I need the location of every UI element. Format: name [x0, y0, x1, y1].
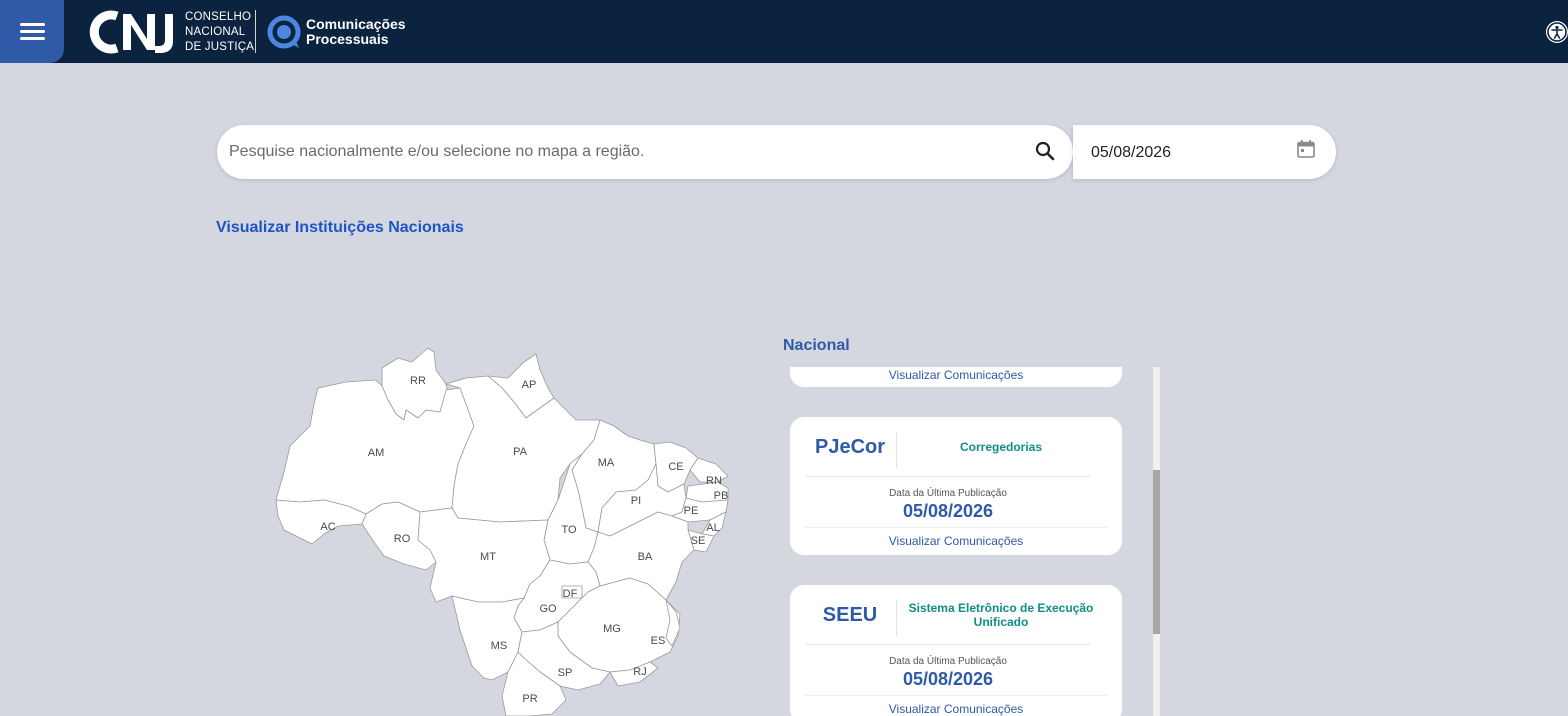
- state-label-pb: PB: [714, 490, 729, 502]
- product-name-line: Processuais: [306, 31, 389, 47]
- system-name: PJeCor: [814, 435, 886, 458]
- state-label-ap: AP: [522, 379, 537, 391]
- state-label-ro: RO: [394, 533, 411, 545]
- view-communications-link[interactable]: Visualizar Comunicações: [790, 702, 1122, 716]
- card-separator: [805, 695, 1107, 696]
- last-publication-label: Data da Última Publicação: [889, 656, 1007, 667]
- state-label-mt: MT: [480, 551, 496, 563]
- menu-icon-bar: [20, 37, 45, 40]
- card-header: PJeCor Corregedorias: [790, 417, 1122, 477]
- state-label-pe: PE: [684, 505, 699, 517]
- cnj-logo-text: CONSELHO NACIONAL DE JUSTIÇA: [185, 10, 254, 55]
- system-card-seeu: SEEU Sistema Eletrônico de Execução Unif…: [790, 585, 1122, 716]
- state-label-al: AL: [706, 522, 719, 534]
- logo-text-line: DE JUSTIÇA: [185, 41, 255, 53]
- product-name: Comunicações Processuais: [306, 17, 406, 47]
- accessibility-button[interactable]: [1546, 21, 1568, 43]
- product-name-line: Comunicações: [306, 16, 406, 32]
- list-scrollbar-thumb[interactable]: [1153, 470, 1160, 634]
- menu-button[interactable]: [0, 0, 64, 63]
- state-label-go: GO: [539, 603, 557, 615]
- nacional-card-list: Visualizar Comunicações PJeCor Corregedo…: [780, 367, 1160, 716]
- nacional-section-title: Nacional: [783, 337, 850, 354]
- state-label-es: ES: [651, 635, 666, 647]
- state-label-rn: RN: [706, 475, 722, 487]
- view-communications-link[interactable]: Visualizar Comunicações: [790, 534, 1122, 548]
- national-institutions-link[interactable]: Visualizar Instituições Nacionais: [216, 219, 464, 237]
- calendar-icon[interactable]: [1296, 139, 1316, 159]
- state-label-ac: AC: [320, 521, 335, 533]
- card-separator: [805, 644, 1091, 645]
- system-description: Sistema Eletrônico de Execução Unificado: [908, 601, 1094, 629]
- card-separator: [805, 476, 1091, 477]
- last-publication-date: 05/08/2026: [902, 501, 994, 521]
- card-header: SEEU Sistema Eletrônico de Execução Unif…: [790, 585, 1122, 645]
- date-input[interactable]: [1091, 125, 1281, 181]
- cnj-logo[interactable]: [83, 9, 177, 55]
- logo-text-line: NACIONAL: [185, 26, 246, 38]
- state-label-ma: MA: [598, 457, 615, 469]
- state-label-ms: MS: [491, 640, 508, 652]
- state-label-pr: PR: [522, 693, 537, 705]
- system-description: Corregedorias: [959, 440, 1043, 454]
- state-label-rj: RJ: [633, 666, 646, 678]
- comunicacoes-logo-icon: [267, 15, 301, 49]
- state-label-ba: BA: [638, 551, 653, 563]
- card-divider: [896, 432, 897, 468]
- state-label-se: SE: [691, 535, 706, 547]
- logo-text-line: CONSELHO: [185, 11, 252, 23]
- menu-icon-bar: [20, 30, 45, 33]
- menu-icon-bar: [20, 23, 45, 26]
- state-label-rr: RR: [410, 375, 426, 387]
- card-separator: [805, 527, 1107, 528]
- state-label-ce: CE: [668, 461, 683, 473]
- state-label-pi: PI: [631, 495, 641, 507]
- system-name: SEEU: [822, 603, 878, 626]
- state-label-pa: PA: [513, 446, 528, 458]
- last-publication-label: Data da Última Publicação: [889, 488, 1007, 499]
- search-box: [217, 125, 1073, 179]
- search-icon[interactable]: [1034, 140, 1056, 162]
- last-publication-date: 05/08/2026: [902, 669, 994, 689]
- brazil-map: RR AP AM PA MA CE RN PB PI PE AL SE AC R…: [275, 347, 729, 716]
- state-label-mg: MG: [603, 623, 621, 635]
- view-communications-link[interactable]: Visualizar Comunicações: [790, 368, 1122, 382]
- top-navigation-bar: CONSELHO NACIONAL DE JUSTIÇA Comunicaçõe…: [0, 0, 1568, 63]
- system-card-pjecor: PJeCor Corregedorias Data da Última Publ…: [790, 417, 1122, 555]
- system-card-partial: Visualizar Comunicações: [790, 367, 1122, 387]
- card-divider: [896, 600, 897, 636]
- logo-divider: [255, 10, 256, 53]
- accessibility-icon: [1547, 22, 1567, 42]
- state-label-df: DF: [563, 588, 578, 600]
- state-label-to: TO: [561, 524, 577, 536]
- state-label-sp: SP: [558, 667, 573, 679]
- search-input[interactable]: [229, 125, 1019, 179]
- state-label-am: AM: [368, 447, 385, 459]
